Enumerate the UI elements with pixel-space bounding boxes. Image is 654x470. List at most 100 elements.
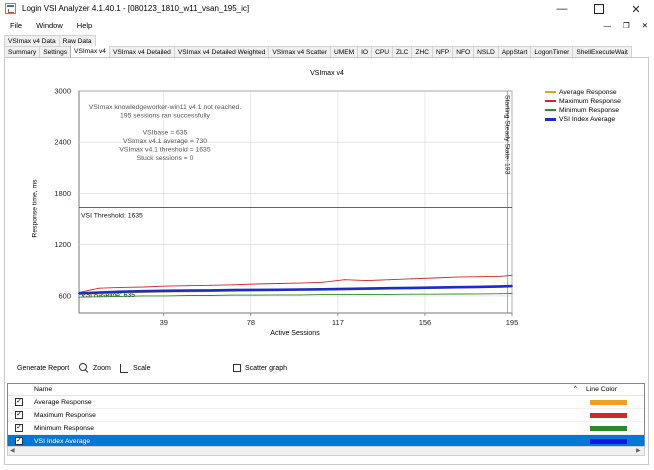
table-row[interactable]: ✓ Minimum Response [8,422,644,435]
data-point [165,289,167,292]
y-tick-label: 600 [58,291,71,300]
line-color-swatch[interactable] [590,426,627,431]
scale-tool[interactable]: Scale [120,362,151,374]
data-point [511,293,513,295]
column-header-name[interactable]: Name [34,386,52,393]
data-point [455,286,458,289]
legend-label: Average Response [559,88,617,96]
x-tick-label: 39 [160,318,168,327]
y-axis-label-wrap: Response time, ms [30,179,40,237]
data-point [120,286,122,288]
data-point [187,294,189,296]
row-checkbox[interactable]: ✓ [15,398,23,406]
legend-item-vsi-index-average: VSI Index Average [545,115,615,123]
data-point [78,292,80,295]
steady-state-label: Starting Steady State: 193 [504,95,511,175]
horizontal-scrollbar[interactable]: ◀ ▶ [7,446,645,456]
legend-item-minimum-response: Minimum Response [545,106,619,114]
data-point [499,285,502,288]
data-point [344,279,346,281]
data-point [210,284,212,286]
row-checkbox[interactable]: ✓ [15,411,23,419]
row-name: VSI Index Average [34,438,91,445]
data-point [165,285,167,287]
info-line: 195 sessions ran successfully [120,113,211,120]
list-header: Name ^ Line Color [8,384,644,396]
data-point [98,291,100,294]
data-point [478,293,480,295]
scroll-left-icon[interactable]: ◀ [10,447,15,454]
data-point [78,296,80,298]
scatter-graph-label: Scatter graph [245,364,288,372]
data-point [366,293,368,295]
legend-swatch [545,100,556,102]
data-point [210,294,212,296]
data-point [277,283,279,285]
data-point [455,276,457,278]
legend-label: Maximum Response [559,97,621,105]
data-point [410,286,413,289]
data-point [209,289,212,292]
data-point [321,288,324,291]
x-axis-label: Active Sessions [270,330,320,337]
y-tick-label: 1800 [54,189,71,198]
scatter-graph-checkbox[interactable]: Scatter graph [233,362,287,374]
scroll-right-icon[interactable]: ▶ [636,447,641,454]
data-point [500,275,502,277]
data-point [477,285,480,288]
legend-label: VSI Index Average [559,115,616,123]
data-point [321,294,323,296]
data-point [455,293,457,295]
data-point [343,288,346,290]
row-checkbox[interactable]: ✓ [15,424,23,432]
legend-item-average-response: Average Response [545,88,617,96]
info-line: VSImax v4.1 threshold = 1635 [119,147,210,154]
data-point [432,286,435,289]
line-color-swatch[interactable] [590,400,627,405]
generate-report-button[interactable]: Generate Report [17,362,69,374]
line-color-swatch[interactable] [590,413,627,418]
row-name: Minimum Response [34,425,95,432]
threshold-label: VSI Threshold: 1635 [81,213,143,220]
x-tick-label: 195 [506,318,519,327]
series-list: Name ^ Line Color ✓ Average Response ✓ Maxi… [7,383,645,448]
sort-indicator-icon: ^ [574,386,577,392]
data-point [98,287,100,289]
data-point [321,281,323,283]
plot-area [78,90,513,314]
data-point [232,284,234,286]
column-header-line-color[interactable]: Line Color [586,386,617,393]
data-point [388,279,390,281]
data-point [366,287,368,290]
y-axis-label: Response time, ms [31,179,39,238]
data-point [344,294,346,296]
data-point [143,286,145,288]
data-point [411,278,413,280]
data-point [277,294,279,296]
data-point [120,295,122,297]
row-name: Average Response [34,399,92,406]
data-point [254,283,256,285]
data-point [120,290,123,293]
y-tick-label: 3000 [54,87,71,96]
data-point [511,285,513,288]
checkbox-box [233,364,241,372]
data-point [366,280,368,282]
data-point [478,276,480,278]
legend-swatch [545,117,556,121]
row-checkbox[interactable]: ✓ [15,437,23,445]
zoom-tool[interactable]: Zoom [79,362,111,374]
line-color-swatch[interactable] [590,439,627,444]
info-line: VSIbase = 635 [143,130,188,137]
table-row[interactable]: ✓ Average Response [8,396,644,409]
data-point [232,289,234,292]
info-line: Stuck sessions = 0 [137,155,194,162]
legend-swatch [545,109,556,111]
data-point [187,285,189,287]
table-row[interactable]: ✓ Maximum Response [8,409,644,422]
x-tick-label: 78 [247,318,255,327]
scale-label: Scale [133,364,151,372]
data-point [500,293,502,295]
data-point [254,289,257,291]
data-point [143,295,145,297]
